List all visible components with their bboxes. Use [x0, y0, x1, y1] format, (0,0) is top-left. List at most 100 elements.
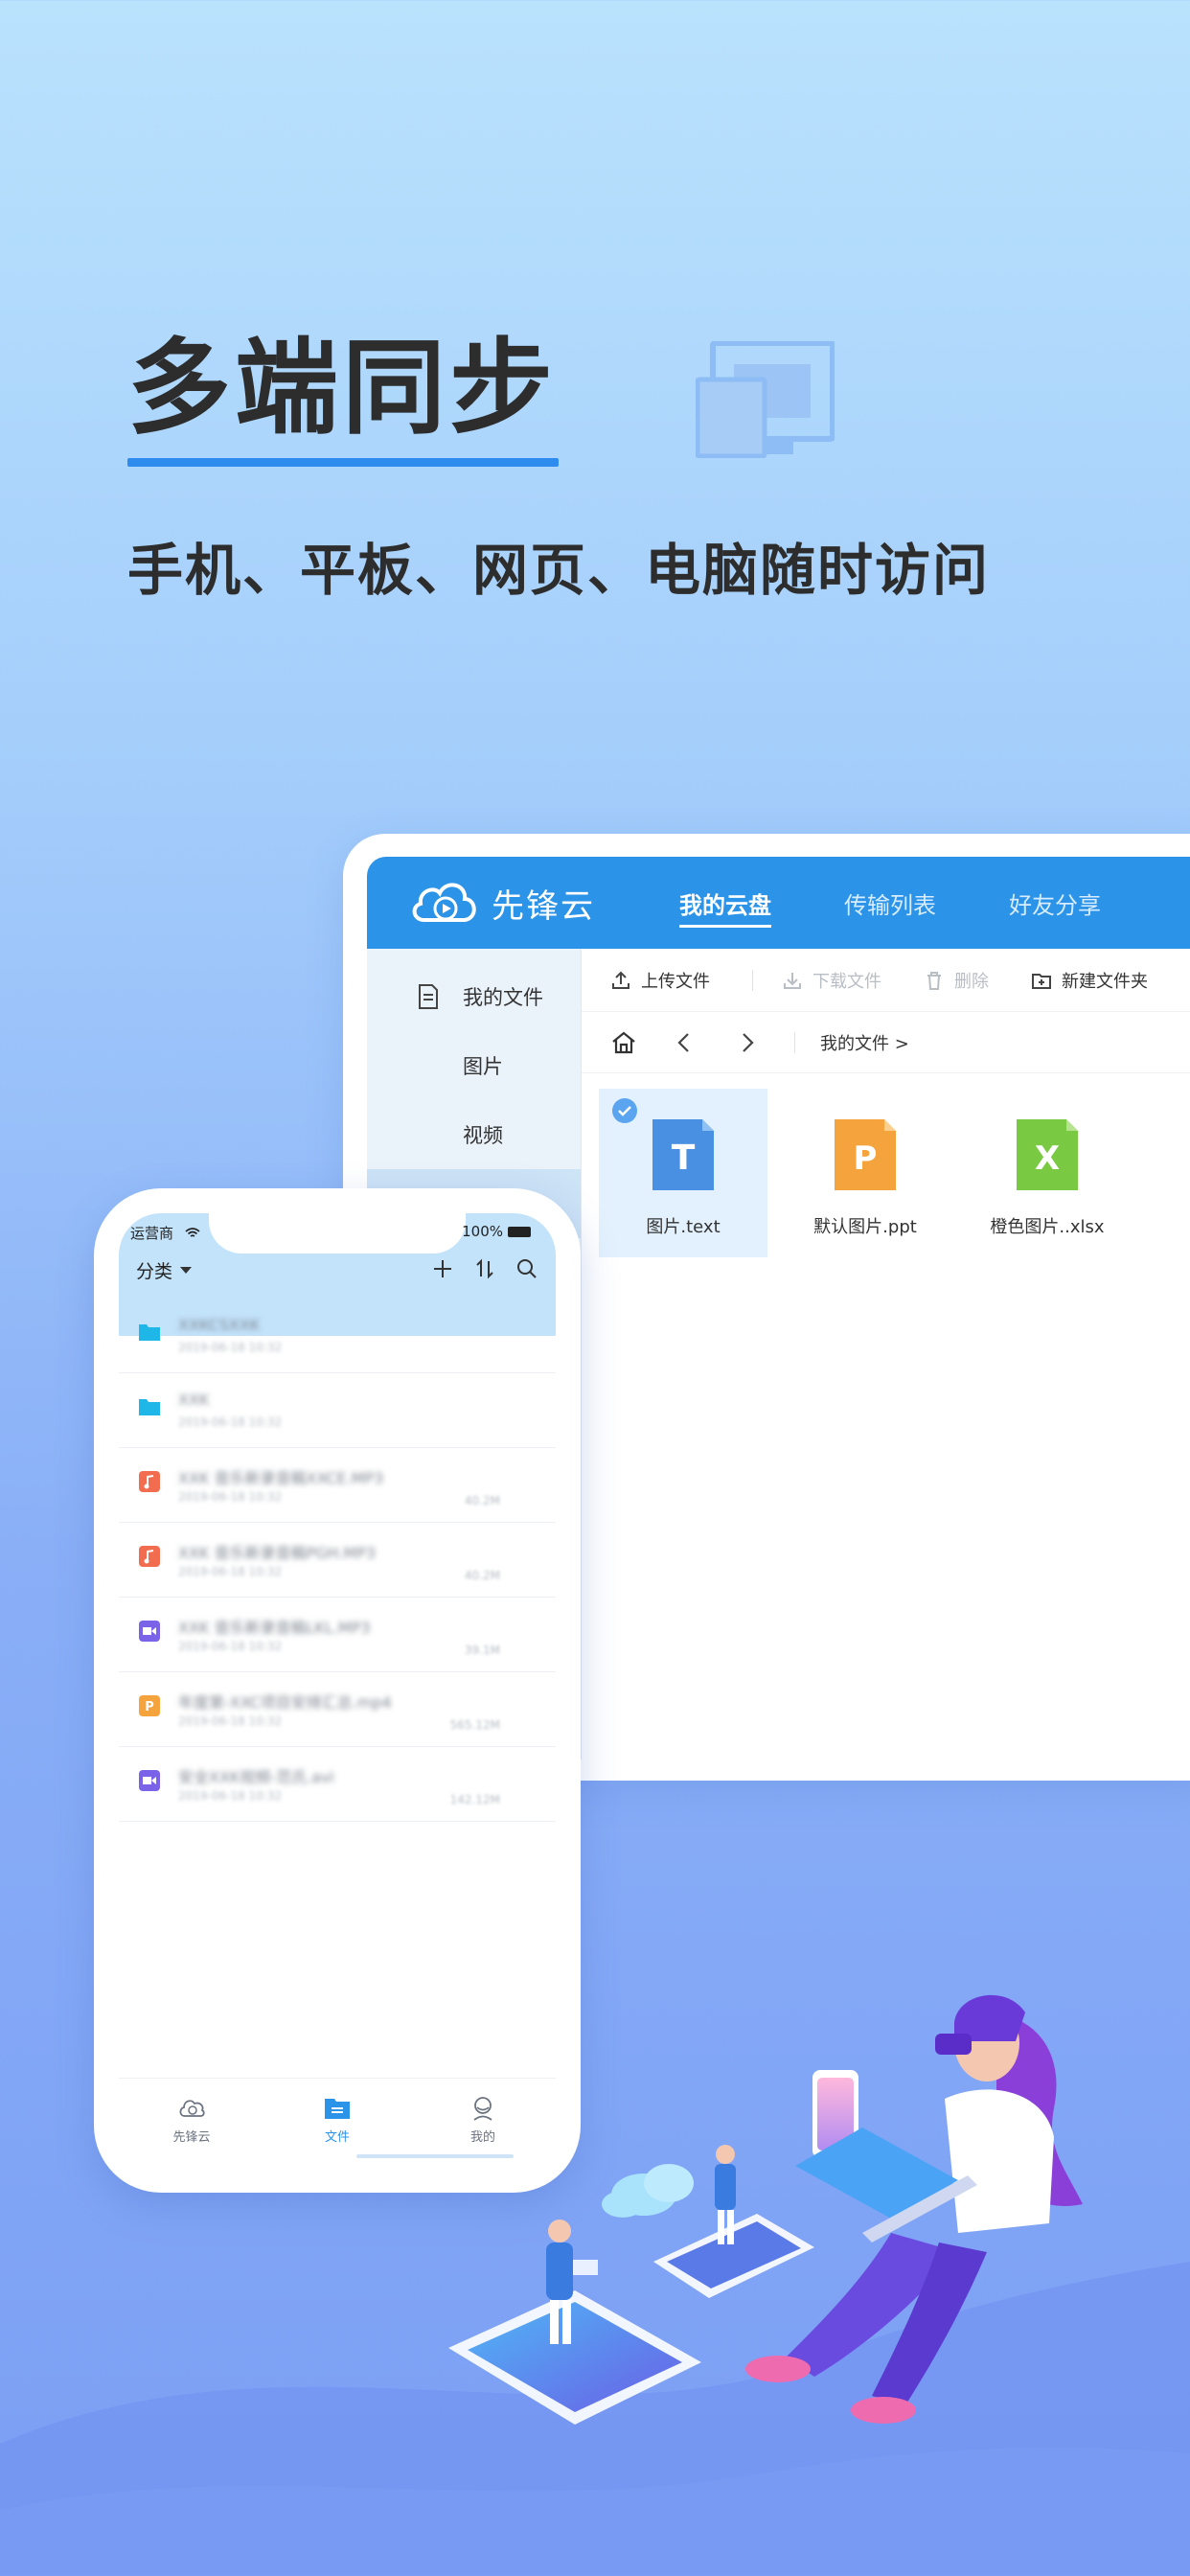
list-item[interactable]: XXK 音乐新录音稿XXCE.MP3 2019-06-18 10:32 40.2…	[119, 1448, 556, 1523]
desktop-navbar: 我的文件 >	[582, 1012, 1190, 1073]
list-item-meta: 2019-06-18 10:32	[178, 1490, 283, 1504]
list-item-meta: 2019-06-18 10:32	[178, 1341, 283, 1354]
file-name: 橙色图片..xlsx	[990, 1217, 1105, 1237]
delete-button[interactable]: 删除	[924, 968, 989, 993]
list-item-meta: 2019-06-18 10:32	[178, 1415, 283, 1429]
ppt-file-letter: P	[854, 1139, 878, 1178]
sidebar-item-my-files[interactable]: 我的文件	[367, 962, 581, 1031]
list-item-title: 年度第-XXC项目安排汇总.mp4	[178, 1693, 392, 1712]
category-dropdown[interactable]: 分类	[136, 1257, 193, 1283]
nav-divider	[794, 1031, 795, 1053]
breadcrumb[interactable]: 我的文件 >	[820, 1030, 909, 1055]
sidebar-item-label: 我的文件	[463, 986, 543, 1009]
isometric-illustration	[0, 1994, 1190, 2576]
list-item-meta: 2019-06-18 10:32	[178, 1714, 283, 1728]
sidebar-item-images[interactable]: 图片	[367, 1031, 581, 1100]
new-folder-button[interactable]: 新建文件夹	[1031, 968, 1148, 993]
phone-actions	[431, 1257, 538, 1280]
back-icon[interactable]	[672, 1029, 698, 1056]
status-carrier: 运营商	[130, 1223, 201, 1243]
download-label: 下载文件	[812, 971, 881, 992]
cloud-shape	[602, 2164, 694, 2218]
desktop-main: 上传文件 下载文件 删除 新建文件夹 我的文件 > T 图片.text P 默认…	[581, 949, 1190, 1760]
new-folder-label: 新建文件夹	[1062, 971, 1148, 992]
toolbar-divider	[752, 969, 753, 991]
desktop-tabs: 我的云盘 传输列表 好友分享	[679, 857, 1174, 949]
headline-title: 多端同步	[127, 329, 558, 448]
status-battery: 100%	[462, 1223, 531, 1240]
list-item-meta: 2019-06-18 10:32	[178, 1565, 283, 1578]
brand-name: 先锋云	[492, 886, 595, 926]
sort-icon[interactable]	[473, 1257, 496, 1280]
chevron-down-icon	[180, 1267, 193, 1274]
list-item-size: 40.2M	[464, 1569, 500, 1582]
list-item[interactable]: P 年度第-XXC项目安排汇总.mp4 2019-06-18 10:32 565…	[119, 1672, 556, 1747]
file-card-text[interactable]: T 图片.text	[599, 1089, 767, 1257]
category-label: 分类	[136, 1261, 173, 1282]
desktop-toolbar: 上传文件 下载文件 删除 新建文件夹	[582, 949, 1190, 1012]
upload-button[interactable]: 上传文件	[610, 968, 710, 993]
search-icon[interactable]	[515, 1257, 538, 1280]
tab-friend-share[interactable]: 好友分享	[1009, 857, 1101, 949]
file-card-ppt[interactable]: P 默认图片.ppt	[781, 1089, 950, 1257]
svg-text:P: P	[145, 1700, 154, 1714]
list-item-size: 40.2M	[464, 1494, 500, 1507]
text-file-letter: T	[672, 1138, 696, 1178]
headline-subtitle: 手机、平板、网页、电脑随时访问	[127, 538, 991, 603]
file-card-xlsx[interactable]: X 橙色图片..xlsx	[963, 1089, 1132, 1257]
list-item-title: XXK 音乐新录音稿LKL.MP3	[178, 1619, 371, 1637]
download-button[interactable]: 下载文件	[782, 968, 881, 993]
list-item-title: XXKCSXXK	[178, 1316, 261, 1334]
delete-label: 删除	[954, 971, 989, 992]
music-icon	[139, 1546, 160, 1567]
music-icon	[139, 1471, 160, 1492]
download-icon	[784, 972, 801, 989]
folder-icon	[139, 1324, 160, 1341]
ppt-file-icon: P	[835, 1119, 896, 1190]
upload-icon	[612, 971, 629, 989]
file-name: 默认图片.ppt	[813, 1217, 917, 1237]
excel-file-letter: X	[1035, 1139, 1060, 1178]
trash-icon	[927, 971, 941, 990]
ppt-icon: P	[139, 1695, 160, 1716]
list-item-title: XXK 音乐新录音稿PGH.MP3	[178, 1544, 377, 1562]
battery-icon	[508, 1226, 531, 1237]
wifi-icon	[185, 1228, 200, 1237]
forward-icon[interactable]	[733, 1029, 760, 1056]
tab-transfer-list[interactable]: 传输列表	[844, 857, 936, 949]
carrier-label: 运营商	[130, 1225, 174, 1242]
document-icon	[419, 984, 438, 1009]
cloud-play-icon	[412, 883, 476, 922]
file-grid: T 图片.text P 默认图片.ppt X 橙色图片..xlsx	[582, 1073, 1190, 1265]
multi-screen-icon	[696, 341, 835, 458]
upload-label: 上传文件	[641, 971, 710, 992]
phone-notch	[209, 1213, 466, 1254]
file-name: 图片.text	[646, 1217, 721, 1237]
home-icon[interactable]	[610, 1029, 637, 1056]
add-icon[interactable]	[431, 1257, 454, 1280]
folder-icon	[139, 1399, 160, 1415]
video-icon	[139, 1621, 160, 1642]
brand-logo[interactable]: 先锋云	[407, 874, 595, 932]
check-icon[interactable]	[612, 1098, 637, 1123]
excel-file-icon: X	[1017, 1119, 1078, 1190]
desktop-header: 先锋云 我的云盘 传输列表 好友分享	[367, 857, 1190, 949]
list-item[interactable]: XXK 音乐新录音稿LKL.MP3 2019-06-18 10:32 39.1M	[119, 1598, 556, 1672]
list-item-title: XXK 音乐新录音稿XXCE.MP3	[178, 1469, 384, 1487]
sidebar-item-label: 图片	[463, 1055, 503, 1078]
headline-underline	[127, 458, 559, 467]
list-item[interactable]: XXK 音乐新录音稿PGH.MP3 2019-06-18 10:32 40.2M	[119, 1523, 556, 1598]
file-list: XXKCSXXK 2019-06-18 10:32 XXK 2019-06-18…	[119, 1299, 556, 1822]
text-file-icon: T	[652, 1119, 714, 1190]
sidebar-item-videos[interactable]: 视频	[367, 1100, 581, 1169]
list-item[interactable]: XXKCSXXK 2019-06-18 10:32	[119, 1299, 556, 1373]
list-item-size: 39.1M	[464, 1644, 500, 1657]
new-folder-icon	[1032, 973, 1051, 989]
battery-label: 100%	[462, 1223, 503, 1240]
list-item-size: 565.12M	[449, 1718, 500, 1732]
tab-my-cloud[interactable]: 我的云盘	[679, 857, 771, 949]
sidebar-item-label: 视频	[463, 1124, 503, 1147]
list-item[interactable]: XXK 2019-06-18 10:32	[119, 1373, 556, 1448]
list-item-meta: 2019-06-18 10:32	[178, 1640, 283, 1653]
list-item-title: XXK	[178, 1391, 210, 1409]
